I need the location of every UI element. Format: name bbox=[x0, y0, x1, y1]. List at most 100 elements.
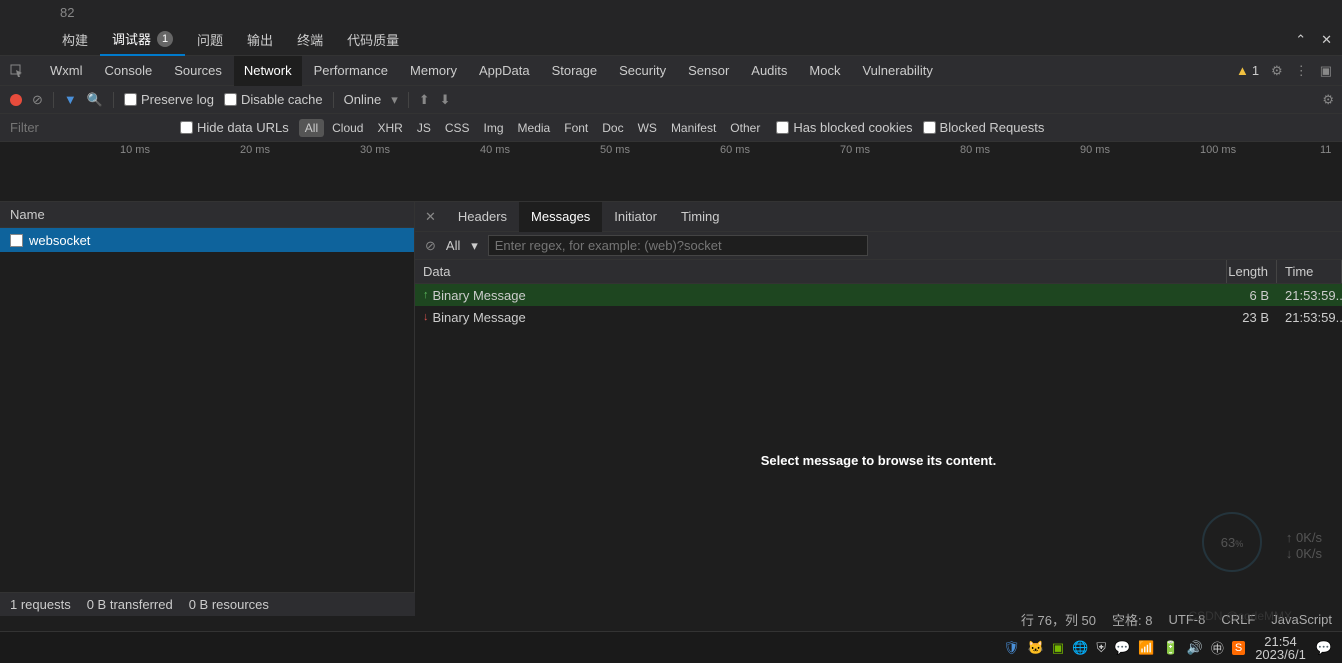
filter-pill-cloud[interactable]: Cloud bbox=[326, 119, 369, 137]
watermark: CSDN @codeMMX bbox=[1188, 609, 1292, 623]
chrome-icon[interactable]: 🌐 bbox=[1072, 640, 1088, 656]
tabs-right-controls: ⌃ ✕ bbox=[1295, 32, 1332, 48]
wifi-icon[interactable]: 📶 bbox=[1138, 640, 1154, 656]
close-icon[interactable]: ✕ bbox=[1321, 32, 1332, 48]
main-tab-0[interactable]: 构建 bbox=[50, 24, 100, 56]
system-tray[interactable]: 🛡 🐱 ▣ 🌐 ⛨ 💬 📶 🔋 🔊 ㊥ S bbox=[1003, 638, 1245, 657]
title-bar: 82 bbox=[0, 0, 1342, 24]
devtools-tab-sources[interactable]: Sources bbox=[164, 56, 232, 86]
devtools-tab-storage[interactable]: Storage bbox=[542, 56, 608, 86]
timeline-tick: 100 ms bbox=[1200, 144, 1236, 156]
sogou-icon[interactable]: S bbox=[1232, 641, 1245, 655]
timeline[interactable]: 10 ms20 ms30 ms40 ms50 ms60 ms70 ms80 ms… bbox=[0, 142, 1342, 202]
devtools-tab-vulnerability[interactable]: Vulnerability bbox=[852, 56, 942, 86]
search-icon[interactable]: 🔍 bbox=[87, 92, 103, 108]
filter-pill-css[interactable]: CSS bbox=[439, 119, 476, 137]
line-number: 82 bbox=[60, 5, 74, 20]
devtools-tab-memory[interactable]: Memory bbox=[400, 56, 467, 86]
arrow-up-icon: ↑ bbox=[423, 289, 429, 301]
disable-cache-checkbox[interactable]: Disable cache bbox=[224, 92, 323, 107]
filter-pill-all[interactable]: All bbox=[299, 119, 324, 137]
filter-pill-media[interactable]: Media bbox=[512, 119, 557, 137]
devtools-tab-mock[interactable]: Mock bbox=[799, 56, 850, 86]
defender-icon[interactable]: ⛨ bbox=[1096, 640, 1106, 656]
cursor-position[interactable]: 行 76，列 50 bbox=[1021, 610, 1096, 629]
main-tab-1[interactable]: 调试器1 bbox=[100, 24, 185, 56]
upload-icon[interactable]: ⬆ bbox=[419, 92, 430, 108]
settings-icon[interactable]: ⚙ bbox=[1322, 92, 1334, 108]
gear-icon[interactable]: ⚙ bbox=[1271, 63, 1283, 79]
more-icon[interactable]: ⋮ bbox=[1295, 63, 1308, 79]
throttle-dropdown-icon[interactable]: ▾ bbox=[391, 92, 398, 108]
timeline-tick: 40 ms bbox=[480, 144, 510, 156]
battery-icon[interactable]: 🔋 bbox=[1162, 640, 1178, 656]
detail-tab-initiator[interactable]: Initiator bbox=[602, 202, 669, 232]
filter-pill-other[interactable]: Other bbox=[724, 119, 766, 137]
download-icon[interactable]: ⬇ bbox=[440, 92, 451, 108]
main-tab-3[interactable]: 输出 bbox=[235, 24, 285, 56]
time-column[interactable]: Time bbox=[1277, 260, 1342, 283]
network-speed-overlay: ↑ 0K/s ↓ 0K/s bbox=[1286, 530, 1322, 562]
inspect-icon[interactable] bbox=[10, 64, 24, 78]
direction-filter[interactable]: All ▾ bbox=[446, 238, 478, 254]
clear-icon[interactable]: ⊘ bbox=[32, 92, 43, 108]
detail-tab-headers[interactable]: Headers bbox=[446, 202, 519, 232]
clock[interactable]: 21:54 2023/6/1 bbox=[1255, 635, 1306, 661]
dock-icon[interactable]: ▣ bbox=[1320, 63, 1332, 79]
devtools-tab-console[interactable]: Console bbox=[95, 56, 163, 86]
devtools-tab-performance[interactable]: Performance bbox=[304, 56, 398, 86]
filter-pill-img[interactable]: Img bbox=[478, 119, 510, 137]
filter-pill-js[interactable]: JS bbox=[411, 119, 437, 137]
indent-info[interactable]: 空格: 8 bbox=[1112, 610, 1152, 629]
devtools-tab-wxml[interactable]: Wxml bbox=[40, 56, 93, 86]
filter-pill-ws[interactable]: WS bbox=[632, 119, 663, 137]
main-tab-2[interactable]: 问题 bbox=[185, 24, 235, 56]
name-column-header[interactable]: Name bbox=[0, 202, 414, 228]
hide-data-urls-checkbox[interactable]: Hide data URLs bbox=[180, 120, 289, 135]
message-row[interactable]: ↑Binary Message6 B21:53:59... bbox=[415, 284, 1342, 306]
blocked-cookies-checkbox[interactable]: Has blocked cookies bbox=[776, 120, 912, 135]
warning-badge[interactable]: ▲1 bbox=[1236, 63, 1259, 78]
devtools-tab-appdata[interactable]: AppData bbox=[469, 56, 540, 86]
close-details-icon[interactable]: ✕ bbox=[415, 209, 446, 225]
main-tab-4[interactable]: 终端 bbox=[285, 24, 335, 56]
preserve-log-checkbox[interactable]: Preserve log bbox=[124, 92, 214, 107]
nvidia-icon[interactable]: ▣ bbox=[1052, 640, 1064, 656]
filter-input[interactable] bbox=[10, 120, 170, 135]
record-icon[interactable] bbox=[10, 94, 22, 106]
wechat-icon[interactable]: 💬 bbox=[1114, 640, 1130, 656]
filter-pill-manifest[interactable]: Manifest bbox=[665, 119, 722, 137]
shield-icon[interactable]: 🛡 bbox=[1003, 640, 1020, 656]
cat-icon[interactable]: 🐱 bbox=[1028, 640, 1044, 656]
message-row[interactable]: ↓Binary Message23 B21:53:59... bbox=[415, 306, 1342, 328]
filter-pill-xhr[interactable]: XHR bbox=[371, 119, 408, 137]
devtools-tab-sensor[interactable]: Sensor bbox=[678, 56, 739, 86]
blocked-requests-checkbox[interactable]: Blocked Requests bbox=[923, 120, 1045, 135]
devtools-tabs: WxmlConsoleSourcesNetworkPerformanceMemo… bbox=[0, 56, 1342, 86]
volume-icon[interactable]: 🔊 bbox=[1187, 640, 1203, 656]
data-column[interactable]: Data bbox=[415, 260, 1227, 283]
timeline-tick: 20 ms bbox=[240, 144, 270, 156]
clear-messages-icon[interactable]: ⊘ bbox=[425, 238, 436, 254]
throttle-select[interactable]: Online bbox=[344, 92, 382, 107]
main-tab-5[interactable]: 代码质量 bbox=[335, 24, 411, 56]
regex-input[interactable] bbox=[488, 235, 868, 256]
requests-pane: Name websocket bbox=[0, 202, 415, 592]
timeline-tick: 80 ms bbox=[960, 144, 990, 156]
collapse-icon[interactable]: ⌃ bbox=[1295, 32, 1306, 48]
length-column[interactable]: Length bbox=[1227, 260, 1277, 283]
timeline-tick: 30 ms bbox=[360, 144, 390, 156]
filter-pill-font[interactable]: Font bbox=[558, 119, 594, 137]
devtools-tab-network[interactable]: Network bbox=[234, 56, 302, 86]
notifications-icon[interactable]: 💬 bbox=[1316, 640, 1332, 656]
request-row[interactable]: websocket bbox=[0, 228, 414, 252]
filter-pill-doc[interactable]: Doc bbox=[596, 119, 629, 137]
devtools-tab-audits[interactable]: Audits bbox=[741, 56, 797, 86]
devtools-tab-security[interactable]: Security bbox=[609, 56, 676, 86]
ime-icon[interactable]: ㊥ bbox=[1211, 638, 1224, 657]
network-toolbar: ⊘ ▼ 🔍 Preserve log Disable cache Online … bbox=[0, 86, 1342, 114]
timeline-tick: 11 bbox=[1320, 144, 1331, 156]
detail-tab-messages[interactable]: Messages bbox=[519, 202, 602, 232]
filter-icon[interactable]: ▼ bbox=[64, 92, 77, 107]
detail-tab-timing[interactable]: Timing bbox=[669, 202, 732, 232]
